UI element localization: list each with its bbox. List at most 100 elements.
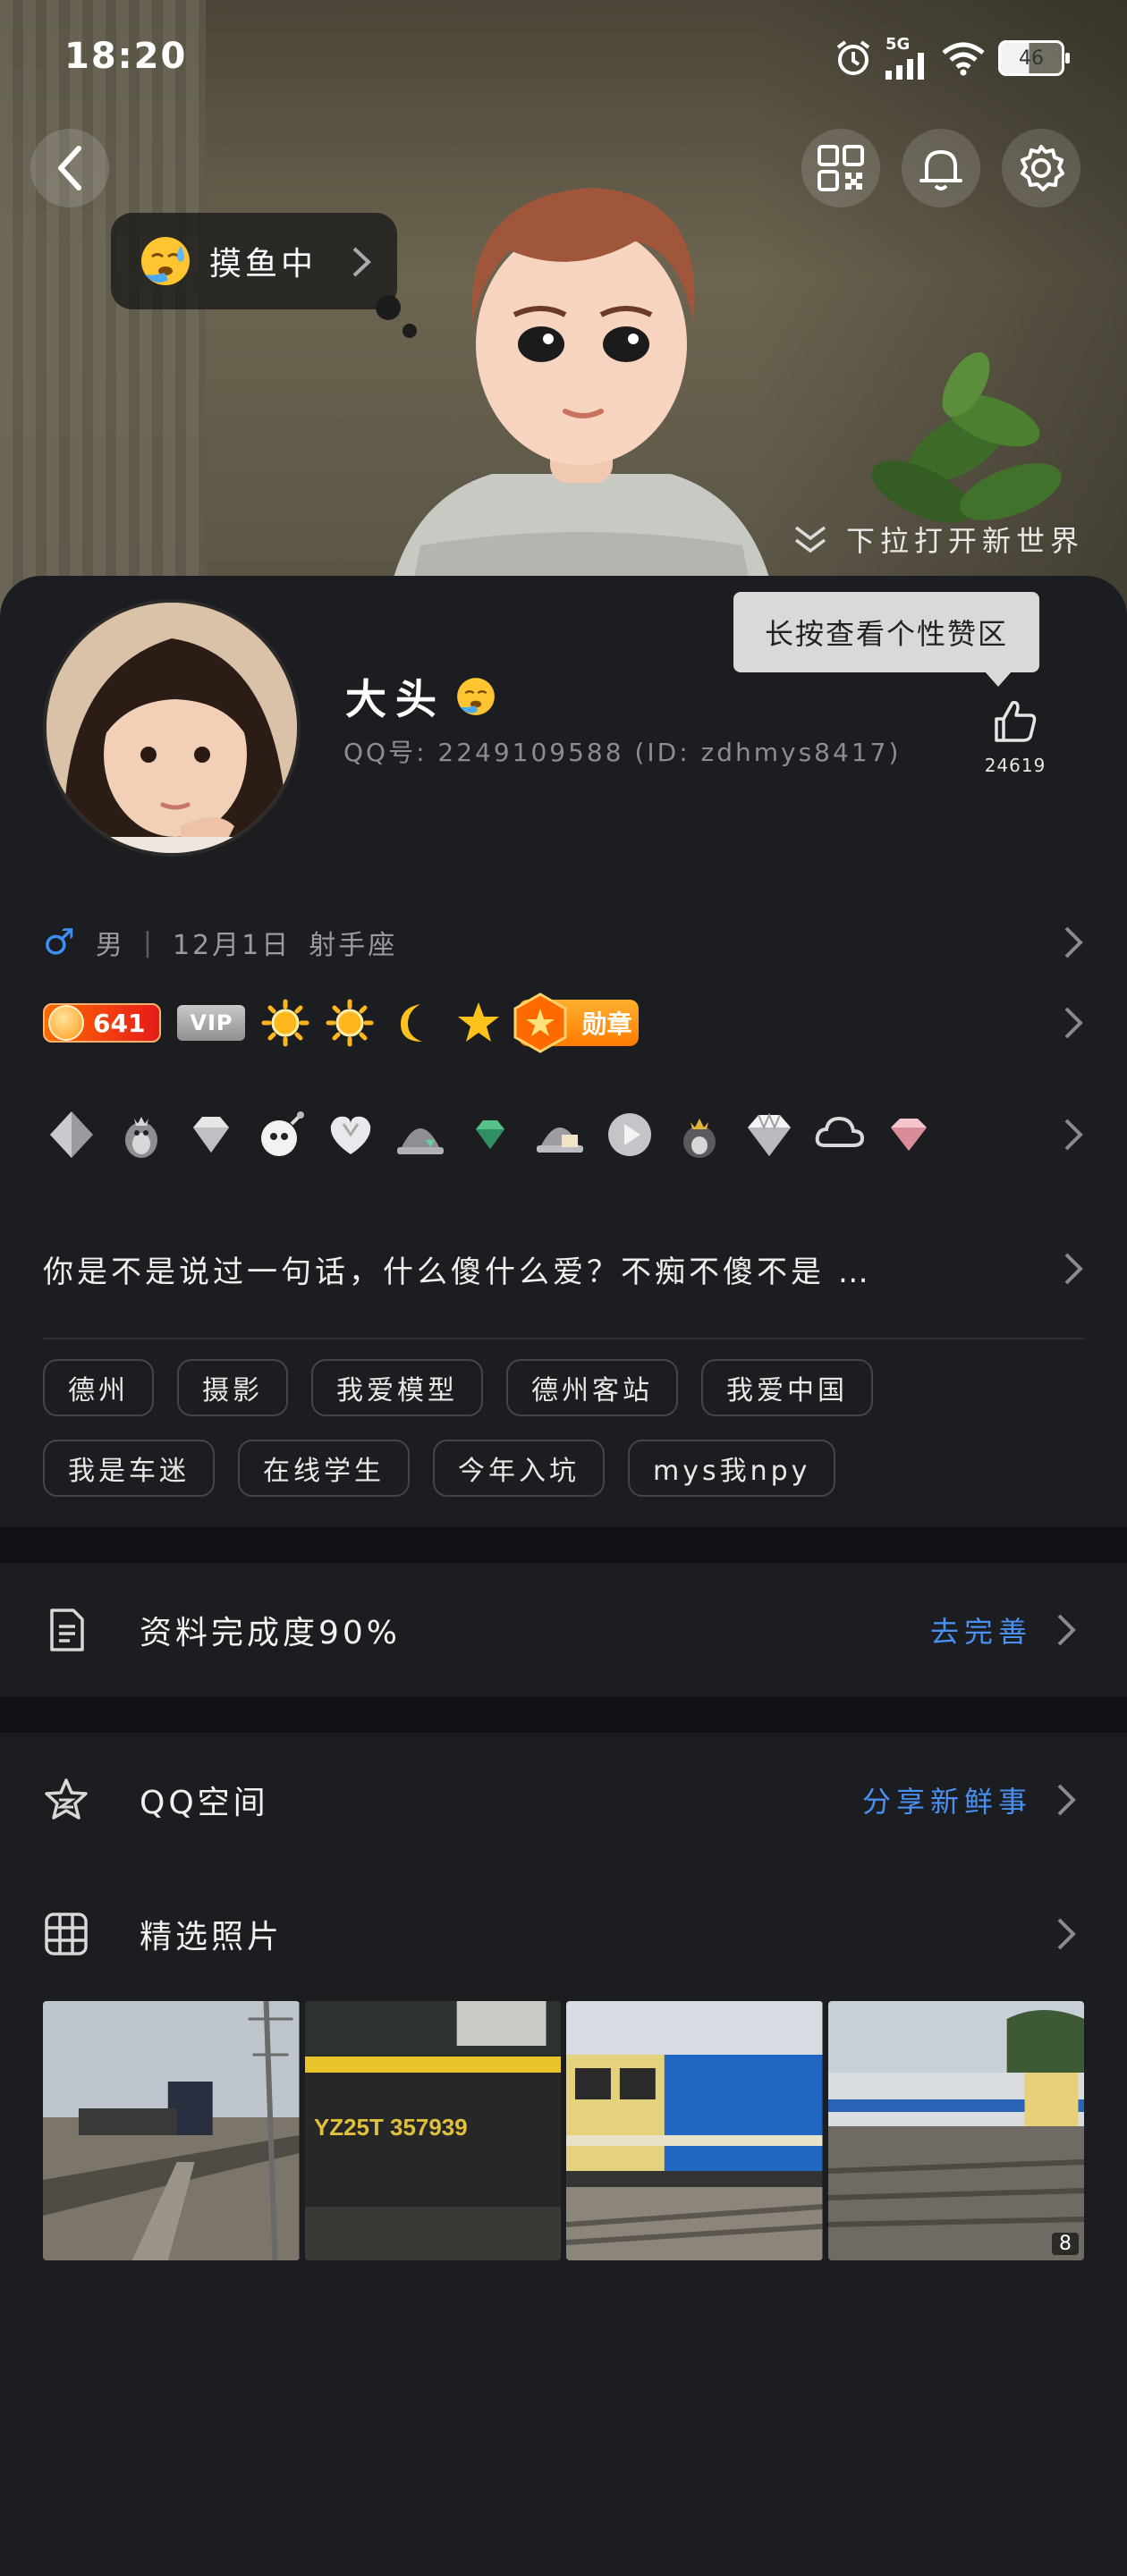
white-diamond-icon [182, 1106, 240, 1163]
train-number-text: YZ25T 357939 [313, 2114, 467, 2141]
back-arrow-icon [58, 146, 81, 190]
interest-tag[interactable]: 在线学生 [238, 1440, 410, 1497]
chevron-right-icon [1057, 1784, 1076, 1816]
avatar[interactable] [43, 599, 301, 857]
interest-tag[interactable]: 今年入坑 [433, 1440, 605, 1497]
play-button-icon [601, 1106, 658, 1163]
qzone-label: QQ空间 [140, 1785, 269, 1821]
battery-level: 46 [1019, 46, 1044, 70]
mood-status-text: 摸鱼中 [209, 246, 318, 283]
chevron-right-icon [1064, 1119, 1083, 1151]
sun-level-icon [261, 999, 309, 1047]
qq-level-badge: 641 [43, 1003, 162, 1043]
thumbs-up-icon [995, 700, 1037, 742]
green-gem-icon [462, 1106, 519, 1163]
back-button[interactable] [30, 129, 109, 207]
divider [43, 1338, 1084, 1339]
battery-indicator: 46 [998, 40, 1070, 76]
penguin-king-icon [671, 1106, 728, 1163]
collection-icons-row[interactable] [43, 1094, 1084, 1175]
interest-tag[interactable]: 我爱中国 [701, 1359, 873, 1416]
medal-badge: 勋章 [513, 992, 640, 1053]
crown-coin-icon [48, 1005, 84, 1041]
interest-tag[interactable]: 我爱模型 [311, 1359, 483, 1416]
qq-number[interactable]: QQ号: 2249109588 (ID: zdhmys8417) [343, 733, 901, 769]
penguin-crown-icon [113, 1106, 170, 1163]
interest-tag[interactable]: 德州客站 [506, 1359, 678, 1416]
chevron-right-icon [1064, 1253, 1083, 1285]
interest-tag[interactable]: 我是车迷 [43, 1440, 215, 1497]
signature-row[interactable]: 你是不是说过一句话，什么傻什么爱？不痴不傻不是 … [43, 1237, 1084, 1300]
like-button[interactable]: 24619 [975, 697, 1055, 776]
profile-cover[interactable]: 18:20 5G 46 摸鱼中 下拉打开新世界 [0, 0, 1127, 617]
photo-thumbnail[interactable]: 8 [827, 2001, 1084, 2260]
grid-icon [45, 1913, 88, 1955]
gender-text: 男 [95, 930, 125, 961]
wifi-icon [942, 42, 985, 76]
chevron-right-icon [1064, 926, 1083, 959]
qzone-row[interactable]: QQ空间 分享新鲜事 [0, 1733, 1127, 1867]
birthday-text: 12月1日 [172, 930, 292, 961]
cloud-icon [810, 1106, 868, 1163]
photo-count-badge: 8 [1052, 2233, 1079, 2255]
grey-hat-gem-icon [392, 1106, 449, 1163]
share-news-link[interactable]: 分享新鲜事 [862, 1779, 1032, 1820]
pink-diamond-icon [880, 1106, 937, 1163]
separator: | [142, 926, 155, 959]
profile-name-text: 大头 [345, 675, 445, 723]
qr-code-button[interactable] [801, 129, 880, 207]
chevron-right-icon [1057, 1614, 1076, 1646]
passenger-train-photo [827, 2001, 1084, 2260]
sun-level-icon [326, 999, 374, 1047]
section-separator [0, 1527, 1127, 1563]
medal-label: 勋章 [581, 1009, 632, 1039]
network-label: 5G [886, 35, 911, 54]
qzone-star-icon [45, 1778, 88, 1820]
featured-photos-row[interactable]: 精选照片 [0, 1867, 1127, 2001]
qq-level-value: 641 [93, 1008, 146, 1038]
section-separator [0, 1697, 1127, 1733]
pull-down-hint[interactable]: 下拉打开新世界 [792, 519, 1084, 560]
railway-track-photo [43, 2001, 300, 2260]
interest-tag[interactable]: 摄影 [177, 1359, 288, 1416]
large-diamond-icon [741, 1106, 798, 1163]
moon-level-icon [401, 1004, 423, 1042]
pull-down-hint-text: 下拉打开新世界 [845, 524, 1084, 558]
alarm-icon [836, 40, 870, 75]
complete-profile-link[interactable]: 去完善 [930, 1609, 1032, 1651]
qr-code-icon [818, 145, 864, 191]
medal-star-icon [513, 992, 567, 1053]
vip-badge: VIP [177, 1005, 246, 1041]
level-badges-row[interactable]: 641 VIP 勋章 [43, 987, 1084, 1059]
bubble-tail-dot [376, 295, 401, 320]
bubble-tail-dot-small [402, 324, 417, 338]
clock-time: 18:20 [64, 36, 188, 77]
gender-male-icon: ♂ [43, 922, 78, 963]
status-bar: 18:20 5G 46 [0, 0, 1127, 116]
profile-completion-label: 资料完成度90% [140, 1615, 402, 1651]
star-level-icon [458, 1002, 500, 1042]
mood-status-bubble[interactable]: 摸鱼中 [111, 213, 397, 309]
featured-photos-label: 精选照片 [140, 1919, 284, 1955]
settings-button[interactable] [1002, 129, 1080, 207]
blue-locomotive-photo [566, 2001, 823, 2260]
gear-icon [1021, 145, 1064, 191]
double-chevron-down-icon [794, 526, 826, 553]
photo-thumbnail[interactable] [43, 2001, 300, 2260]
interest-tag[interactable]: mys我npy [628, 1440, 836, 1497]
chevron-right-icon [352, 247, 371, 277]
notification-button[interactable] [902, 129, 980, 207]
document-icon [50, 1609, 84, 1651]
bell-icon [919, 150, 962, 190]
like-area-tooltip: 长按查看个性赞区 [733, 592, 1039, 687]
avatar-portrait [47, 603, 297, 853]
photo-thumbnail[interactable]: YZ25T 357939 [304, 2001, 561, 2260]
sweat-face-emoji-icon [457, 678, 495, 715]
interest-tag[interactable]: 德州 [43, 1359, 154, 1416]
interest-tags: 德州 摄影 我爱模型 德州客站 我爱中国 我是车迷 在线学生 今年入坑 mys我… [43, 1359, 1027, 1497]
profile-completion-row[interactable]: 资料完成度90% 去完善 [0, 1563, 1127, 1697]
basic-info-row[interactable]: ♂ 男 | 12月1日 射手座 [43, 916, 1084, 969]
3d-avatar-figure[interactable] [367, 143, 796, 617]
photo-grid: YZ25T 357939 8 [43, 2001, 1084, 2260]
photo-thumbnail[interactable] [566, 2001, 823, 2260]
